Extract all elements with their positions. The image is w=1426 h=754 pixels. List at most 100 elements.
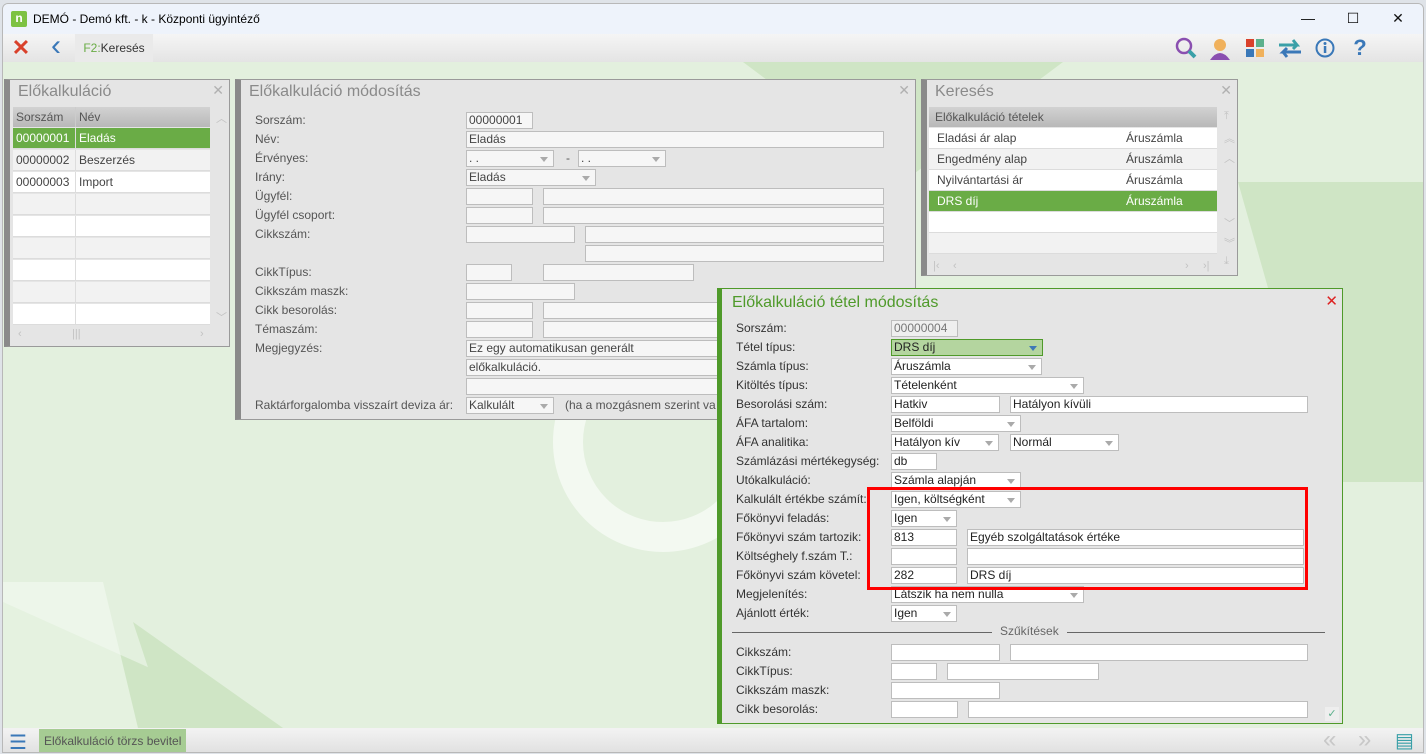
edit-field[interactable] — [466, 207, 533, 224]
list-icon[interactable]: ▤ — [1395, 728, 1414, 752]
table-row[interactable] — [13, 282, 210, 303]
dialog-dropdown[interactable]: Áruszámla — [891, 358, 1042, 375]
filter-label: Cikk besorolás: — [736, 702, 819, 716]
close-icon[interactable]: ✕ — [212, 82, 224, 99]
menu-icon[interactable]: ☰ — [9, 730, 27, 752]
back-icon[interactable]: ‹ — [41, 31, 71, 62]
scroll-down-icon[interactable]: ﹀ — [216, 309, 227, 325]
user-icon[interactable] — [1203, 34, 1237, 62]
cell-sorszam — [13, 194, 76, 214]
list-item[interactable]: Nyilvántartási ár Áruszámla — [929, 170, 1217, 191]
filter-field[interactable] — [968, 701, 1308, 718]
table-row[interactable] — [13, 194, 210, 215]
table-row[interactable] — [13, 216, 210, 237]
dialog-dropdown[interactable]: Igen — [891, 605, 957, 622]
edit-field[interactable] — [543, 188, 884, 205]
task-tab[interactable]: Előkalkuláció törzs bevitel — [39, 729, 187, 752]
table-row[interactable] — [13, 238, 210, 259]
filter-field[interactable] — [891, 644, 1000, 661]
scroll-left-icon[interactable]: ‹ — [18, 328, 22, 340]
column-header-nev[interactable]: Név — [76, 107, 210, 127]
scroll-bottom-icon[interactable]: ⤓ — [1224, 255, 1229, 268]
list-item[interactable]: Eladási ár alap Áruszámla — [929, 128, 1217, 149]
table-row[interactable] — [13, 260, 210, 281]
edit-field[interactable] — [543, 264, 694, 281]
scroll-right-icon[interactable]: › — [200, 328, 204, 340]
dialog-dropdown[interactable]: Hatályon kív — [891, 434, 999, 451]
close-icon[interactable]: ✕ — [1325, 292, 1338, 310]
page-up-icon[interactable]: ︽ — [1224, 130, 1235, 146]
cell-sorszam — [13, 238, 76, 258]
tiles-icon[interactable] — [1238, 34, 1272, 62]
edit-field[interactable] — [543, 207, 884, 224]
list-item[interactable]: Engedmény alap Áruszámla — [929, 149, 1217, 170]
dialog-field[interactable]: Hatkiv — [891, 396, 1000, 413]
cell-nev — [76, 216, 210, 236]
edit-field[interactable] — [466, 264, 512, 281]
info-icon[interactable] — [1308, 34, 1342, 62]
close-icon[interactable]: ✕ — [1220, 82, 1232, 99]
table-row[interactable]: 00000001 Eladás — [13, 128, 210, 149]
filter-field[interactable] — [891, 682, 1000, 699]
list-item[interactable]: DRS díj Áruszámla — [929, 191, 1217, 212]
maximize-button[interactable]: ☐ — [1338, 10, 1368, 28]
prev-icon[interactable]: ‹ — [953, 260, 957, 272]
dialog-field[interactable]: Hatályon kívüli — [1010, 396, 1308, 413]
next-task-icon[interactable]: » — [1358, 726, 1371, 752]
status-bar: ☰ Előkalkuláció törzs bevitel « » ▤ — [3, 726, 1423, 752]
edit-dropdown[interactable]: . . — [466, 150, 554, 167]
last-icon[interactable]: ›| — [1203, 260, 1210, 272]
search-table-header: Előkalkuláció tételek — [929, 107, 1217, 127]
edit-label: Cikkszám maszk: — [255, 284, 349, 298]
dialog-dropdown[interactable]: Tételenként — [891, 377, 1084, 394]
close-window-button[interactable]: ✕ — [1383, 10, 1413, 28]
dialog-label: Főkönyvi szám követel: — [736, 568, 861, 582]
dialog-dropdown[interactable]: Normál — [1010, 434, 1119, 451]
edit-dropdown[interactable]: Kalkulált — [466, 397, 554, 414]
table-row[interactable]: 00000002 Beszerzés — [13, 150, 210, 171]
next-icon[interactable]: › — [1185, 260, 1189, 272]
dialog-label: Utókalkuláció: — [736, 473, 811, 487]
search-button[interactable]: F2:Keresés — [75, 34, 153, 62]
edit-field[interactable] — [466, 302, 533, 319]
edit-field[interactable] — [466, 226, 575, 243]
scrollbar-thumb[interactable]: ||| — [72, 328, 81, 340]
cell-nev: Import — [79, 175, 114, 189]
list-item[interactable] — [929, 212, 1217, 233]
first-icon[interactable]: |‹ — [933, 260, 940, 272]
close-icon[interactable]: ✕ — [898, 82, 910, 99]
edit-field[interactable] — [466, 283, 575, 300]
table-row[interactable] — [13, 304, 210, 325]
prev-task-icon[interactable]: « — [1323, 726, 1336, 752]
filter-field[interactable] — [947, 663, 1099, 680]
edit-dropdown[interactable]: Eladás — [466, 169, 596, 186]
dialog-label: Költséghely f.szám T.: — [736, 549, 853, 563]
dialog-field[interactable]: db — [891, 453, 937, 470]
search-icon[interactable] — [1169, 34, 1203, 62]
scroll-up-icon[interactable]: ︿ — [216, 110, 227, 126]
ok-check-icon[interactable]: ✓ — [1325, 707, 1339, 721]
filter-field[interactable] — [1010, 644, 1308, 661]
transfer-icon[interactable] — [1273, 34, 1307, 62]
edit-dropdown[interactable]: . . — [578, 150, 666, 167]
dialog-dropdown[interactable]: Belföldi — [891, 415, 1021, 432]
filter-field[interactable] — [891, 663, 937, 680]
edit-field[interactable] — [466, 188, 533, 205]
list-item[interactable] — [929, 233, 1217, 254]
filter-field[interactable] — [891, 701, 958, 718]
edit-field[interactable] — [585, 226, 884, 243]
close-icon[interactable]: ✕ — [5, 34, 37, 62]
scroll-up-icon[interactable]: ︿ — [1224, 150, 1235, 166]
edit-field[interactable]: Eladás — [466, 131, 884, 148]
column-header-sorszam[interactable]: Sorszám — [13, 107, 76, 127]
table-row[interactable]: 00000003 Import — [13, 172, 210, 193]
help-icon[interactable]: ? — [1343, 34, 1377, 62]
edit-label: Sorszám: — [255, 113, 306, 127]
dialog-label: Sorszám: — [736, 321, 787, 335]
scroll-top-icon[interactable]: ⤒ — [1224, 110, 1229, 123]
scroll-down-icon[interactable]: ﹀ — [1224, 215, 1235, 231]
minimize-button[interactable]: — — [1293, 10, 1323, 28]
edit-field[interactable] — [466, 321, 533, 338]
page-down-icon[interactable]: ︾ — [1224, 235, 1235, 251]
dialog-dropdown[interactable]: DRS díj — [891, 339, 1043, 356]
